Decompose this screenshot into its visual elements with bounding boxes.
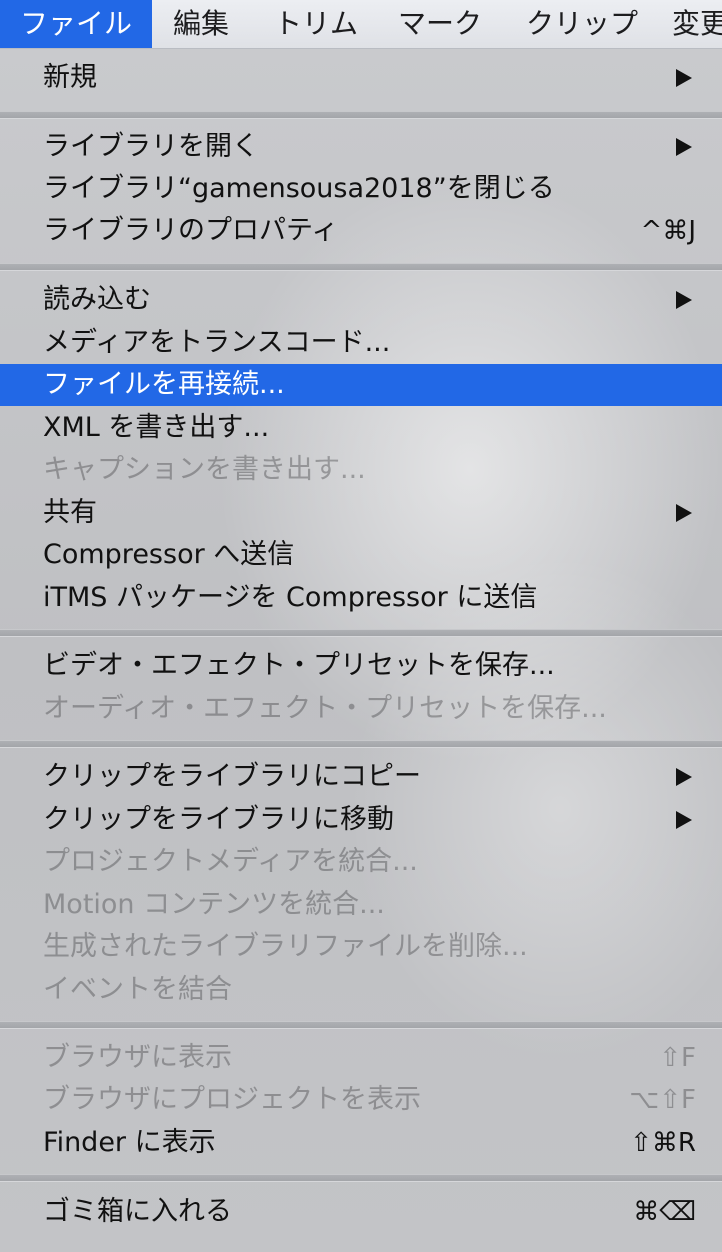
menu-item-relink-files[interactable]: ファイルを再接続... (0, 364, 722, 406)
menu-item-label: クリップをライブラリに移動 (43, 804, 394, 835)
submenu-arrow-icon (676, 291, 692, 309)
menu-item-import[interactable]: 読み込む (0, 279, 722, 321)
menu-item-label: ライブラリのプロパティ (43, 215, 339, 246)
menu-item-label: クリップをライブラリにコピー (43, 761, 421, 792)
menu-item-send-itms-package[interactable]: iTMS パッケージを Compressor に送信 (0, 577, 722, 619)
menu-item-label: 読み込む (43, 284, 151, 315)
menu-item-label: 共有 (43, 497, 97, 528)
keyboard-shortcut: ⌘⌫ (633, 1197, 696, 1227)
menu-item-label: オーディオ・エフェクト・プリセットを保存... (43, 693, 607, 724)
menu-bar: ファイル 編集 トリム マーク クリップ 変更 (0, 0, 722, 49)
menu-item-export-xml[interactable]: XML を書き出す... (0, 407, 722, 449)
keyboard-shortcut: ^⌘J (640, 216, 696, 246)
menu-item-label: ゴミ箱に入れる (43, 1196, 232, 1227)
menu-separator (0, 1021, 722, 1029)
menu-item-label: XML を書き出す... (43, 412, 270, 443)
menu-item-label: メディアをトランスコード... (43, 327, 391, 358)
menu-item-label: Finder に表示 (43, 1127, 216, 1158)
menu-item-label: 生成されたライブラリファイルを削除... (43, 931, 528, 962)
menu-separator (0, 1174, 722, 1182)
keyboard-shortcut: ⇧⌘R (630, 1128, 696, 1158)
menu-separator (0, 263, 722, 271)
menu-item-save-video-preset[interactable]: ビデオ・エフェクト・プリセットを保存... (0, 645, 722, 687)
menu-item-export-captions[interactable]: キャプションを書き出す... (0, 449, 722, 491)
submenu-arrow-icon (676, 811, 692, 829)
menubar-trim[interactable]: トリム (262, 0, 370, 48)
menu-item-reveal-in-browser[interactable]: ブラウザに表示 ⇧F (0, 1037, 722, 1079)
menu-item-library-properties[interactable]: ライブラリのプロパティ ^⌘J (0, 210, 722, 252)
menu-item-label: ライブラリを開く (43, 131, 259, 162)
menubar-file[interactable]: ファイル (0, 0, 152, 48)
menu-item-save-audio-preset[interactable]: オーディオ・エフェクト・プリセットを保存... (0, 688, 722, 730)
menu-item-label: Compressor へ送信 (43, 539, 295, 570)
menu-item-label: キャプションを書き出す... (43, 454, 366, 485)
keyboard-shortcut: ⇧F (659, 1043, 696, 1073)
menu-separator (0, 111, 722, 119)
menubar-clip[interactable]: クリップ (514, 0, 650, 48)
menu-item-merge-events[interactable]: イベントを結合 (0, 969, 722, 1011)
menu-item-delete-generated-files[interactable]: 生成されたライブラリファイルを削除... (0, 926, 722, 968)
menubar-mark[interactable]: マーク (386, 0, 494, 48)
menu-item-label: ブラウザにプロジェクトを表示 (43, 1084, 421, 1115)
menu-item-consolidate-project-media[interactable]: プロジェクトメディアを統合... (0, 841, 722, 883)
menu-separator (0, 629, 722, 637)
menu-item-label: イベントを結合 (43, 974, 232, 1005)
file-dropdown-menu: 新規 ライブラリを開く ライブラリ“gamensousa2018”を閉じる ライ… (0, 49, 722, 1252)
menu-item-label: ブラウザに表示 (43, 1042, 232, 1073)
menu-item-transcode-media[interactable]: メディアをトランスコード... (0, 322, 722, 364)
menu-item-consolidate-motion-content[interactable]: Motion コンテンツを統合... (0, 884, 722, 926)
menu-item-open-library[interactable]: ライブラリを開く (0, 126, 722, 168)
menu-item-reveal-project-in-browser[interactable]: ブラウザにプロジェクトを表示 ⌥⇧F (0, 1079, 722, 1121)
menubar-modify[interactable]: 変更 (672, 0, 722, 48)
menu-item-label: ビデオ・エフェクト・プリセットを保存... (43, 650, 555, 681)
submenu-arrow-icon (676, 504, 692, 522)
menu-item-label: Motion コンテンツを統合... (43, 889, 385, 920)
menu-item-share[interactable]: 共有 (0, 492, 722, 534)
menu-item-close-library[interactable]: ライブラリ“gamensousa2018”を閉じる (0, 168, 722, 210)
submenu-arrow-icon (676, 768, 692, 786)
menu-item-label: 新規 (43, 62, 97, 93)
menu-item-send-to-compressor[interactable]: Compressor へ送信 (0, 534, 722, 576)
submenu-arrow-icon (676, 138, 692, 156)
menu-item-label: ファイルを再接続... (43, 369, 285, 400)
menu-item-reveal-in-finder[interactable]: Finder に表示 ⇧⌘R (0, 1122, 722, 1164)
submenu-arrow-icon (676, 69, 692, 87)
menu-item-label: iTMS パッケージを Compressor に送信 (43, 582, 538, 613)
menu-item-label: ライブラリ“gamensousa2018”を閉じる (43, 173, 555, 204)
menu-item-copy-clip-to-library[interactable]: クリップをライブラリにコピー (0, 756, 722, 798)
menu-item-move-to-trash[interactable]: ゴミ箱に入れる ⌘⌫ (0, 1191, 722, 1233)
menubar-edit[interactable]: 編集 (160, 0, 242, 48)
menu-separator (0, 740, 722, 748)
keyboard-shortcut: ⌥⇧F (629, 1085, 696, 1115)
menu-item-new[interactable]: 新規 (0, 57, 722, 99)
menu-item-move-clip-to-library[interactable]: クリップをライブラリに移動 (0, 799, 722, 841)
menu-item-label: プロジェクトメディアを統合... (43, 846, 418, 877)
